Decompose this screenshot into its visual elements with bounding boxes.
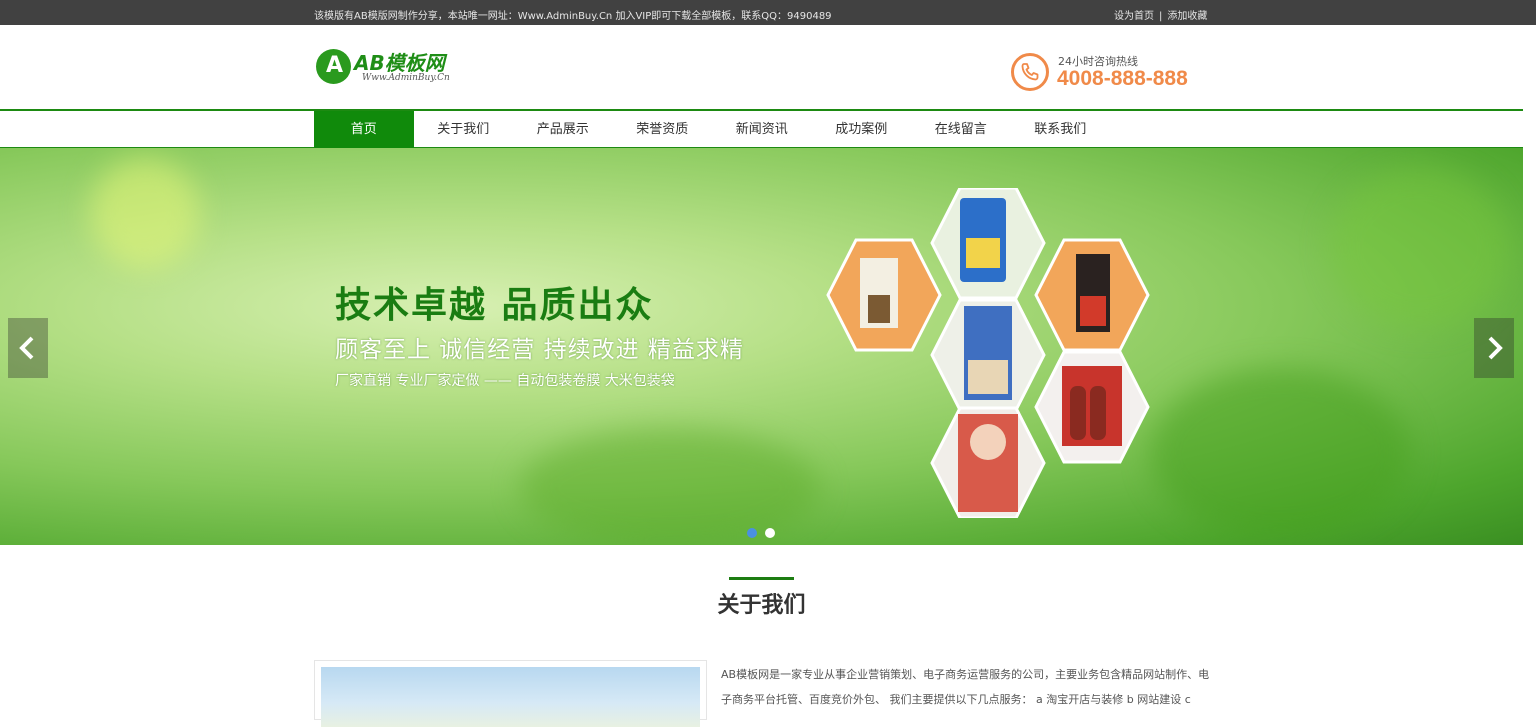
slide-dot[interactable] [747, 528, 757, 538]
nav-item[interactable]: 产品展示 [513, 111, 613, 148]
top-link-separator: | [1159, 11, 1163, 22]
about-text: AB模板网是一家专业从事企业营销策划、电子商务运营服务的公司，主要业务包含精品网… [721, 668, 1210, 706]
nav-item[interactable]: 联系我们 [1011, 111, 1111, 148]
logo-mark-icon: A [316, 49, 351, 84]
bokeh-light [1150, 368, 1410, 538]
bokeh-light [520, 428, 820, 545]
nav-list: 首页 关于我们 产品展示 荣誉资质 新闻资讯 成功案例 在线留言 联系我们 [314, 111, 1110, 148]
bokeh-light [1330, 168, 1510, 328]
site-header: A AB模板网 Www.AdminBuy.Cn 24小时咨询热线 4008-88… [0, 25, 1536, 109]
banner-subtitle: 顾客至上 诚信经营 持续改进 精益求精 [335, 337, 744, 363]
nav-item[interactable]: 在线留言 [911, 111, 1011, 148]
banner-next-button[interactable] [1474, 318, 1514, 378]
about-image-frame [314, 660, 707, 727]
product-hexagon-cluster [826, 188, 1150, 518]
banner-prev-button[interactable] [8, 318, 48, 378]
product-hexagon [930, 406, 1046, 518]
nav-item[interactable]: 关于我们 [414, 111, 514, 148]
chevron-left-icon [19, 336, 34, 360]
hotline-block: 24小时咨询热线 4008-888-888 [1009, 51, 1209, 93]
heading-accent-bar [729, 577, 794, 580]
top-links: 设为首页 | 添加收藏 [1114, 7, 1207, 22]
product-hexagon [826, 238, 942, 352]
top-bar: 该模版有AB模版网制作分享，本站唯一网址：Www.AdminBuy.Cn 加入V… [0, 0, 1536, 25]
logo-site-url: Www.AdminBuy.Cn [362, 73, 450, 83]
banner-headline: 技术卓越 品质出众 [335, 285, 654, 326]
nav-item[interactable]: 新闻资讯 [712, 111, 812, 148]
product-hexagon [930, 188, 1046, 300]
product-hexagon [930, 298, 1046, 412]
slide-indicators [747, 528, 775, 538]
add-favorite-link[interactable]: 添加收藏 [1167, 11, 1207, 22]
nav-item[interactable]: 首页 [314, 111, 414, 148]
site-notice: 该模版有AB模版网制作分享，本站唯一网址：Www.AdminBuy.Cn 加入V… [314, 11, 832, 22]
bokeh-light [90, 158, 200, 268]
slide-dot[interactable] [765, 528, 775, 538]
about-image [321, 667, 700, 727]
logo-mark-letter: A [326, 53, 344, 78]
main-nav: 首页 关于我们 产品展示 荣誉资质 新闻资讯 成功案例 在线留言 联系我们 [0, 111, 1523, 148]
set-home-link[interactable]: 设为首页 [1114, 11, 1154, 22]
phone-icon [1011, 53, 1049, 91]
about-title: 关于我们 [717, 593, 806, 618]
hotline-number: 4008-888-888 [1057, 67, 1188, 90]
site-logo[interactable]: A AB模板网 Www.AdminBuy.Cn [316, 47, 476, 91]
hero-banner: 技术卓越 品质出众 顾客至上 诚信经营 持续改进 精益求精 厂家直销 专业厂家定… [0, 148, 1523, 545]
banner-tagline: 厂家直销 专业厂家定做 —— 自动包装卷膜 大米包装袋 [335, 373, 675, 389]
logo-name: AB模板网 [354, 51, 445, 75]
product-hexagon [1034, 350, 1150, 464]
chevron-right-icon [1488, 336, 1503, 360]
product-hexagon [1034, 238, 1150, 352]
nav-item[interactable]: 荣誉资质 [613, 111, 713, 148]
nav-item[interactable]: 成功案例 [812, 111, 912, 148]
